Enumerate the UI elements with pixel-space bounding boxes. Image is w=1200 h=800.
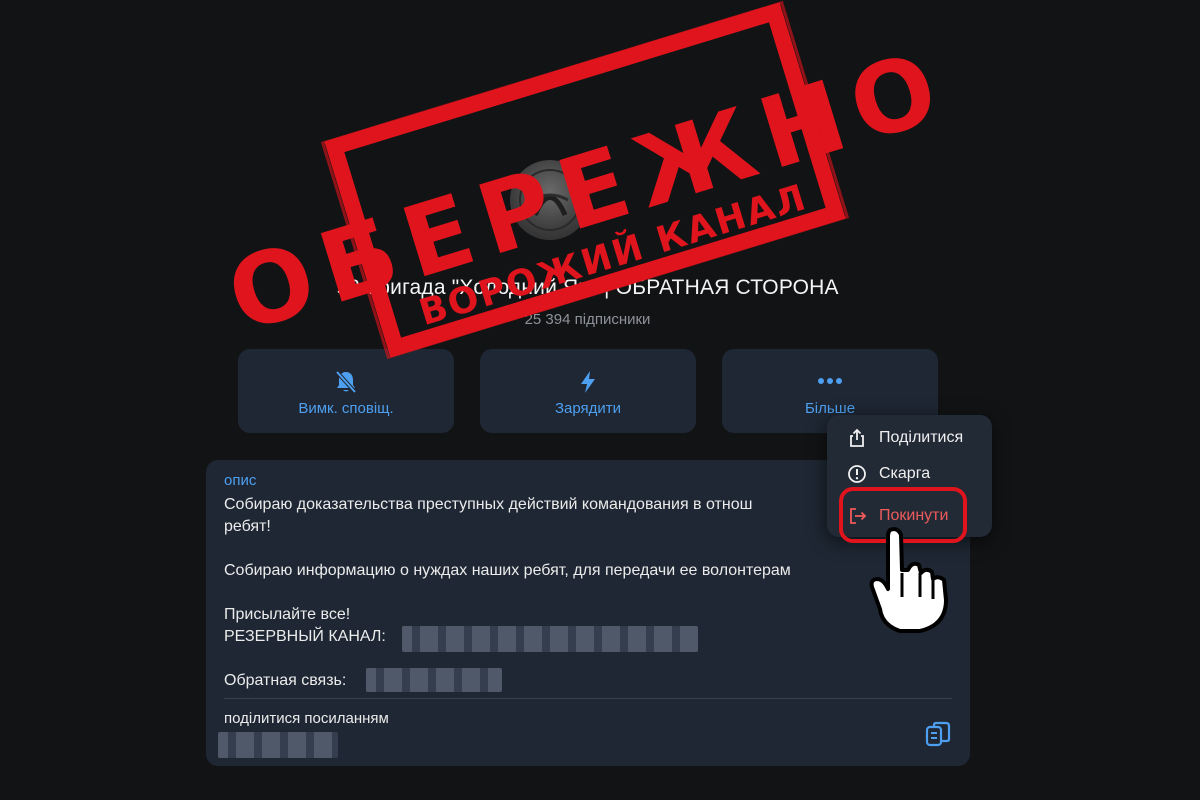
menu-item-share-label: Поділитися <box>879 429 964 446</box>
share-icon <box>850 428 864 447</box>
divider <box>224 698 952 699</box>
lightning-icon <box>581 371 595 393</box>
subscriber-count: 25 394 підписники <box>524 311 651 328</box>
redacted-share-link[interactable] <box>218 732 338 758</box>
boost-label: Зарядити <box>554 400 622 417</box>
menu-item-report-label: Скарга <box>879 465 931 482</box>
channel-avatar <box>510 160 590 240</box>
pointing-hand-icon <box>869 527 948 633</box>
redacted-contact <box>366 668 502 692</box>
bell-off-icon <box>335 370 357 394</box>
more-dots-icon <box>818 378 842 384</box>
share-link-label: поділитися посиланням <box>224 710 389 727</box>
redacted-link <box>402 626 698 652</box>
emblem-icon <box>519 169 581 231</box>
channel-title: 93 бригада "Холодний Яр" | ОБРАТНАЯ СТОР… <box>336 276 839 299</box>
mute-notifications-label: Вимк. сповіщ. <box>298 400 394 417</box>
mute-notifications-button[interactable]: Вимк. сповіщ. <box>238 349 454 433</box>
menu-item-share[interactable]: Поділитися <box>827 420 992 456</box>
description-heading: опис <box>224 472 257 489</box>
alert-icon <box>848 465 866 483</box>
copy-icon[interactable] <box>924 720 952 750</box>
boost-button[interactable]: Зарядити <box>480 349 696 433</box>
